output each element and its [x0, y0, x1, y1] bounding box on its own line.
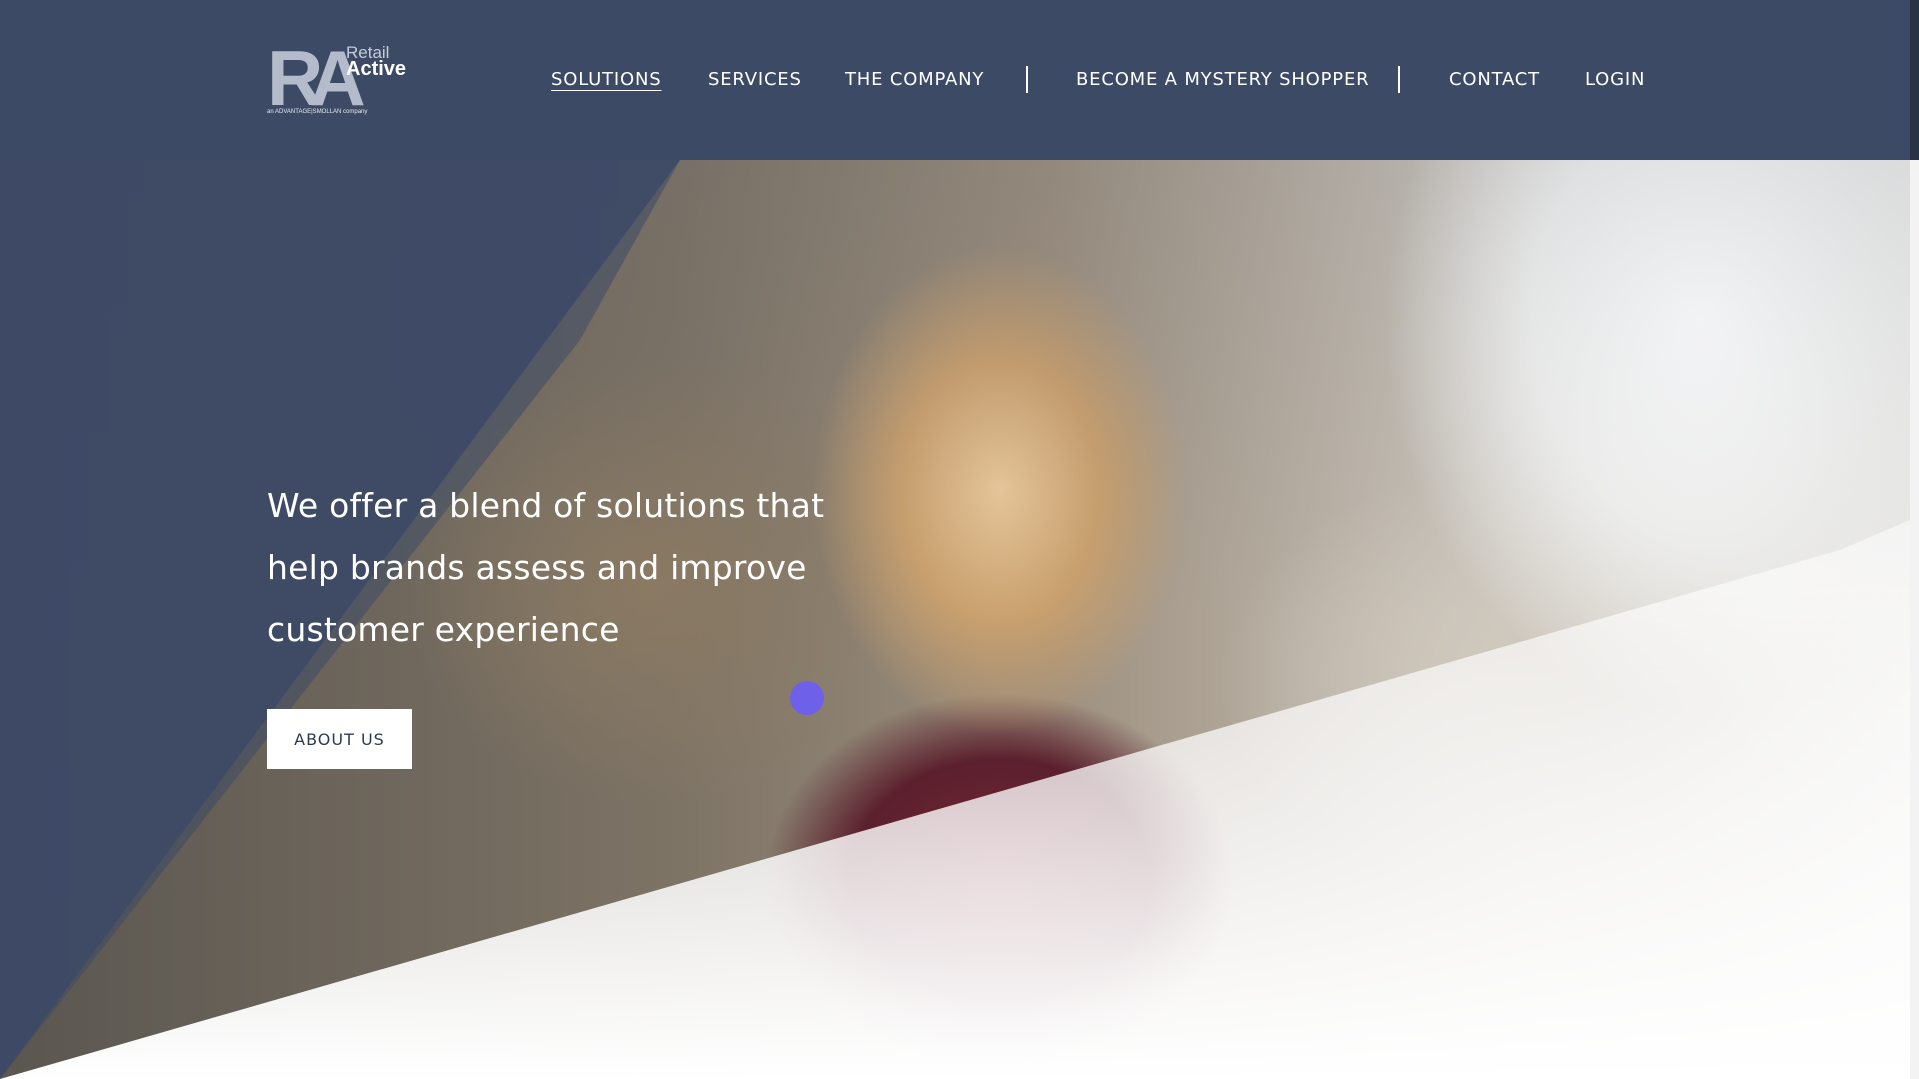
- scrollbar-thumb[interactable]: [1910, 0, 1919, 160]
- about-us-button[interactable]: ABOUT US: [267, 709, 412, 769]
- nav-contact[interactable]: CONTACT: [1449, 66, 1540, 94]
- logo-tagline: an ADVANTAGE|SMOLLAN company: [267, 109, 368, 115]
- logo-mark: RA: [267, 34, 366, 122]
- site-header: RA Retail Active an ADVANTAGE|SMOLLAN co…: [0, 0, 1910, 160]
- nav-the-company[interactable]: THE COMPANY: [845, 66, 984, 94]
- hero-section: We offer a blend of solutions that help …: [0, 160, 1910, 1079]
- logo-active-text: Active: [346, 58, 407, 80]
- nav-services[interactable]: SERVICES: [708, 66, 802, 94]
- nav-divider: [1026, 66, 1028, 93]
- brand-logo[interactable]: RA Retail Active an ADVANTAGE|SMOLLAN co…: [267, 34, 407, 122]
- nav-solutions[interactable]: SOLUTIONS: [551, 66, 661, 94]
- nav-login[interactable]: LOGIN: [1585, 66, 1645, 94]
- nav-divider: [1398, 66, 1400, 93]
- hero-headline: We offer a blend of solutions that help …: [267, 486, 825, 649]
- scrollbar-track[interactable]: [1910, 160, 1919, 1079]
- nav-become-mystery-shopper[interactable]: BECOME A MYSTERY SHOPPER: [1076, 66, 1369, 94]
